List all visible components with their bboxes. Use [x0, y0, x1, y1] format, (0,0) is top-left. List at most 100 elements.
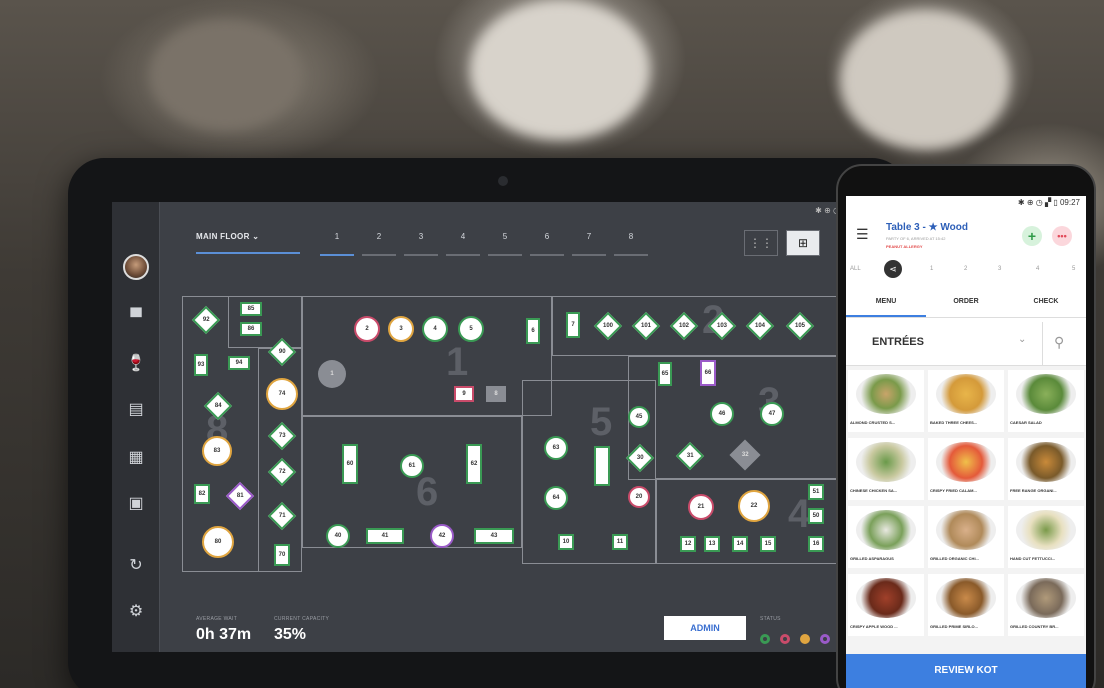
tab-check[interactable]: CHECK — [1006, 298, 1086, 305]
table-93[interactable]: 93 — [194, 354, 208, 376]
seat-5[interactable]: 5 — [1072, 266, 1075, 272]
table-83[interactable]: 83 — [202, 436, 232, 466]
status-dot-red[interactable] — [780, 634, 790, 644]
table-icon[interactable]: ▀ — [124, 306, 148, 330]
table-13[interactable]: 13 — [704, 536, 720, 552]
tab-order[interactable]: ORDER — [926, 298, 1006, 305]
tab-floor-5[interactable]: 5 — [488, 232, 522, 241]
table-9[interactable]: 9 — [454, 386, 474, 402]
floor-select[interactable]: MAIN FLOOR ⌄ — [196, 232, 300, 241]
menu-item[interactable]: GRILLED COUNTRY BR... — [1008, 574, 1084, 636]
search-icon[interactable]: ⚲ — [1054, 334, 1064, 351]
menu-item[interactable]: CHINESE CHICKEN SA... — [848, 438, 924, 500]
table-43[interactable]: 43 — [474, 528, 514, 544]
tab-floor-2[interactable]: 2 — [362, 232, 396, 241]
seat-4[interactable]: 4 — [1036, 266, 1039, 272]
table-86[interactable]: 86 — [240, 322, 262, 336]
grid-view-button[interactable]: ⋮⋮ — [744, 230, 778, 256]
table-12[interactable]: 12 — [680, 536, 696, 552]
status-dot-green[interactable] — [760, 634, 770, 644]
table-51[interactable]: 51 — [808, 484, 824, 500]
table-5[interactable]: 5 — [458, 316, 484, 342]
menu-item[interactable]: GRILLED ASPARAGUS — [848, 506, 924, 568]
add-order-icon[interactable]: ▤ — [124, 398, 148, 422]
tab-floor-4[interactable]: 4 — [446, 232, 480, 241]
table-61[interactable]: 61 — [400, 454, 424, 478]
table-8[interactable]: 8 — [486, 386, 506, 402]
table-41[interactable]: 41 — [366, 528, 404, 544]
table-4[interactable]: 4 — [422, 316, 448, 342]
menu-item[interactable]: GRILLED ORGANIC CHI... — [928, 506, 1004, 568]
more-button[interactable]: ••• — [1052, 226, 1072, 246]
table-64[interactable]: 64 — [544, 486, 568, 510]
table-70[interactable]: 70 — [274, 544, 290, 566]
seat-2[interactable]: 2 — [964, 266, 967, 272]
menu-item[interactable]: BAKED THREE CHEES... — [928, 370, 1004, 432]
table-94[interactable]: 94 — [228, 356, 250, 370]
dish-image — [856, 578, 916, 618]
menu-item[interactable]: CRISPY FRIED CALAM... — [928, 438, 1004, 500]
table-6[interactable]: 6 — [526, 318, 540, 344]
history-icon[interactable]: ↻ — [124, 554, 148, 578]
table-7[interactable]: 7 — [566, 312, 580, 338]
table-21[interactable]: 21 — [688, 494, 714, 520]
table-50[interactable]: 50 — [808, 508, 824, 524]
table-200[interactable] — [594, 446, 610, 486]
table-45[interactable]: 45 — [628, 406, 650, 428]
table-60[interactable]: 60 — [342, 444, 358, 484]
table-47[interactable]: 47 — [760, 402, 784, 426]
table-11[interactable]: 11 — [612, 534, 628, 550]
table-63[interactable]: 63 — [544, 436, 568, 460]
table-74[interactable]: 74 — [266, 378, 298, 410]
table-1[interactable]: 1 — [318, 360, 346, 388]
tab-floor-3[interactable]: 3 — [404, 232, 438, 241]
settings-gear-icon[interactable]: ⚙ — [124, 600, 148, 624]
table-20[interactable]: 20 — [628, 486, 650, 508]
table-2[interactable]: 2 — [354, 316, 380, 342]
table-46[interactable]: 46 — [710, 402, 734, 426]
menu-item[interactable]: CAESAR SALAD — [1008, 370, 1084, 432]
table-80[interactable]: 80 — [202, 526, 234, 558]
status-dot-orange[interactable] — [800, 634, 810, 644]
table-16[interactable]: 16 — [808, 536, 824, 552]
section-number: 4 — [788, 492, 811, 536]
table-22[interactable]: 22 — [738, 490, 770, 522]
receipt-icon[interactable]: ▣ — [124, 492, 148, 516]
tab-floor-6[interactable]: 6 — [530, 232, 564, 241]
seat-1[interactable]: 1 — [930, 266, 933, 272]
menu-item[interactable]: CRISPY APPLE WOOD ... — [848, 574, 924, 636]
category-selector[interactable]: ENTRÉES ⌄ ⚲ — [846, 322, 1086, 366]
review-kot-button[interactable]: REVIEW KOT — [846, 654, 1086, 688]
floor-view-button[interactable]: ⊞ — [786, 230, 820, 256]
tab-floor-8[interactable]: 8 — [614, 232, 648, 241]
menu-item[interactable]: GRILLED PRIME SIRLO... — [928, 574, 1004, 636]
menu-item[interactable]: FREE RANGE ORGANI... — [1008, 438, 1084, 500]
table-82[interactable]: 82 — [194, 484, 210, 504]
table-62[interactable]: 62 — [466, 444, 482, 484]
table-85[interactable]: 85 — [240, 302, 262, 316]
table-42[interactable]: 42 — [430, 524, 454, 548]
hamburger-menu-icon[interactable]: ☰ — [856, 226, 869, 243]
seat-3[interactable]: 3 — [998, 266, 1001, 272]
add-button[interactable]: + — [1022, 226, 1042, 246]
table-40[interactable]: 40 — [326, 524, 350, 548]
calendar-icon[interactable]: ▦ — [124, 446, 148, 470]
table-66[interactable]: 66 — [700, 360, 716, 386]
tab-menu[interactable]: MENU — [846, 298, 926, 305]
tab-floor-7[interactable]: 7 — [572, 232, 606, 241]
table-14[interactable]: 14 — [732, 536, 748, 552]
table-65[interactable]: 65 — [658, 362, 672, 386]
phone-screen: ✱ ⊕ ◷ ▞ ▯ 09:27 ☰ Table 3 - ★ Wood PARTY… — [846, 196, 1086, 688]
table-15[interactable]: 15 — [760, 536, 776, 552]
share-icon[interactable]: ⋖ — [884, 260, 902, 278]
tab-floor-1[interactable]: 1 — [320, 232, 354, 241]
admin-button[interactable]: ADMIN — [664, 616, 746, 640]
seat-all[interactable]: ALL — [850, 266, 861, 272]
user-avatar[interactable] — [123, 254, 149, 280]
wine-glass-icon[interactable]: 🍷 — [124, 352, 148, 376]
menu-item[interactable]: HAND CUT FETTUCCI... — [1008, 506, 1084, 568]
status-dot-purple[interactable] — [820, 634, 830, 644]
table-3[interactable]: 3 — [388, 316, 414, 342]
menu-item[interactable]: ALMOND CRUSTED S... — [848, 370, 924, 432]
table-10[interactable]: 10 — [558, 534, 574, 550]
